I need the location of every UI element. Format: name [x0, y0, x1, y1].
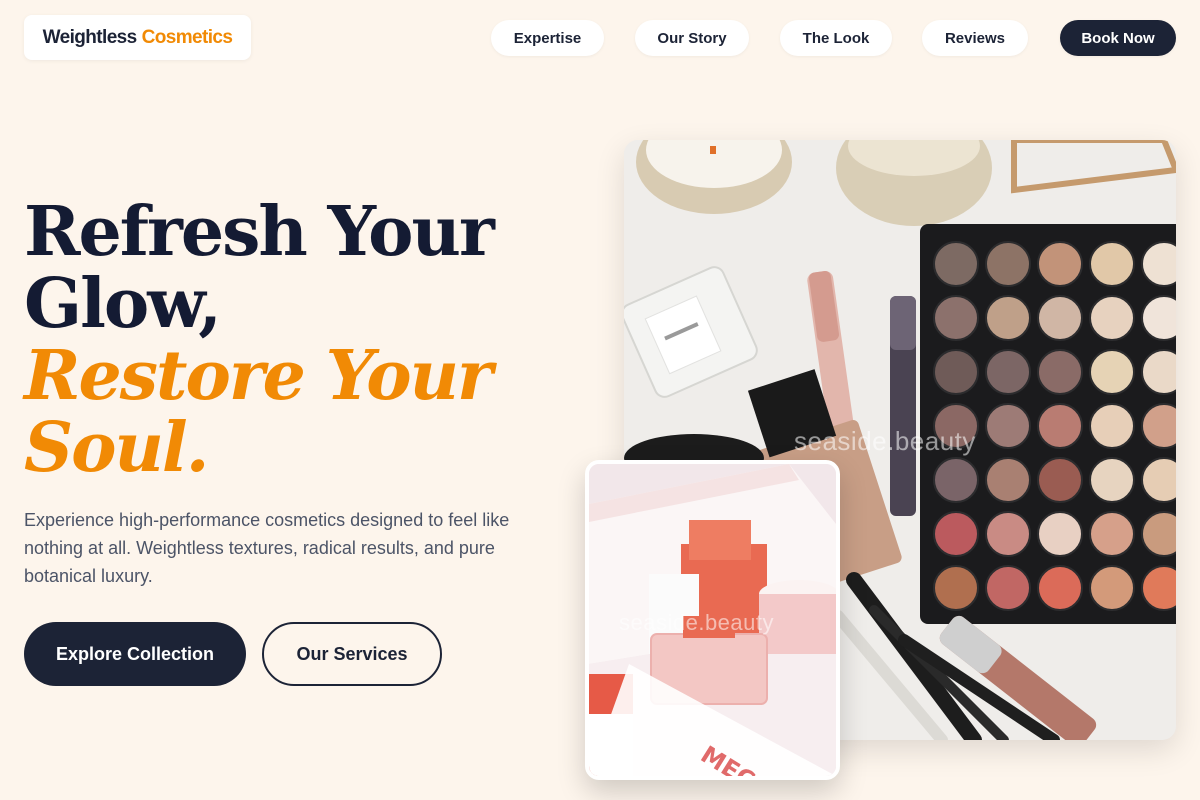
headline-accent-line: Restore Your — [24, 336, 493, 416]
palette-pan — [933, 457, 979, 503]
headline-line: Refresh Your — [24, 192, 495, 272]
palette-pan — [985, 565, 1031, 611]
palette-pan — [933, 403, 979, 449]
palette-pan — [1141, 349, 1176, 395]
palette-pan — [933, 349, 979, 395]
palette-pan — [1141, 241, 1176, 287]
palette-pan — [1037, 403, 1083, 449]
palette-pan — [1037, 295, 1083, 341]
palette-pan — [1141, 403, 1176, 449]
palette-pan — [985, 295, 1031, 341]
palette-pan — [1141, 565, 1176, 611]
secondary-product-image: MECCA seaside.beauty — [585, 460, 840, 780]
palette-pan — [1037, 349, 1083, 395]
brand-name: Weightless — [42, 26, 138, 48]
palette-pan — [1089, 349, 1135, 395]
headline-accent-line: Soul. — [24, 408, 209, 488]
book-now-button[interactable]: Book Now — [1060, 20, 1176, 56]
palette-pan — [1089, 511, 1135, 557]
palette-pan — [985, 511, 1031, 557]
palette-pan — [985, 349, 1031, 395]
hero-headline: Refresh Your Glow, Restore Your Soul. — [24, 196, 584, 484]
palette-pan — [1089, 565, 1135, 611]
palette-pan — [1089, 457, 1135, 503]
our-services-button[interactable]: Our Services — [262, 622, 442, 686]
palette-pan — [985, 241, 1031, 287]
palette-pan — [1037, 565, 1083, 611]
palette-pan — [1037, 241, 1083, 287]
nav-expertise[interactable]: Expertise — [491, 20, 604, 56]
palette-pan — [1037, 457, 1083, 503]
palette-pan — [1037, 511, 1083, 557]
brand-name-accent: Cosmetics — [141, 26, 233, 48]
palette-pan — [933, 565, 979, 611]
nav-our-story[interactable]: Our Story — [635, 20, 749, 56]
nav-reviews[interactable]: Reviews — [922, 20, 1028, 56]
palette-pan — [1141, 511, 1176, 557]
hero-description: Experience high-performance cosmetics de… — [24, 510, 510, 586]
palette-pan — [1089, 295, 1135, 341]
palette-pan — [1141, 457, 1176, 503]
palette-pan — [1089, 241, 1135, 287]
palette-pan — [933, 241, 979, 287]
headline-line: Glow, — [24, 264, 222, 344]
palette-pan — [933, 295, 979, 341]
palette-pan — [985, 403, 1031, 449]
palette-pan — [1141, 295, 1176, 341]
palette-pan — [1089, 403, 1135, 449]
palette-pan — [985, 457, 1031, 503]
nav-the-look[interactable]: The Look — [780, 20, 892, 56]
palette-pan — [933, 511, 979, 557]
brand-logo[interactable]: Weightless Cosmetics — [24, 15, 251, 60]
explore-collection-button[interactable]: Explore Collection — [24, 622, 246, 686]
